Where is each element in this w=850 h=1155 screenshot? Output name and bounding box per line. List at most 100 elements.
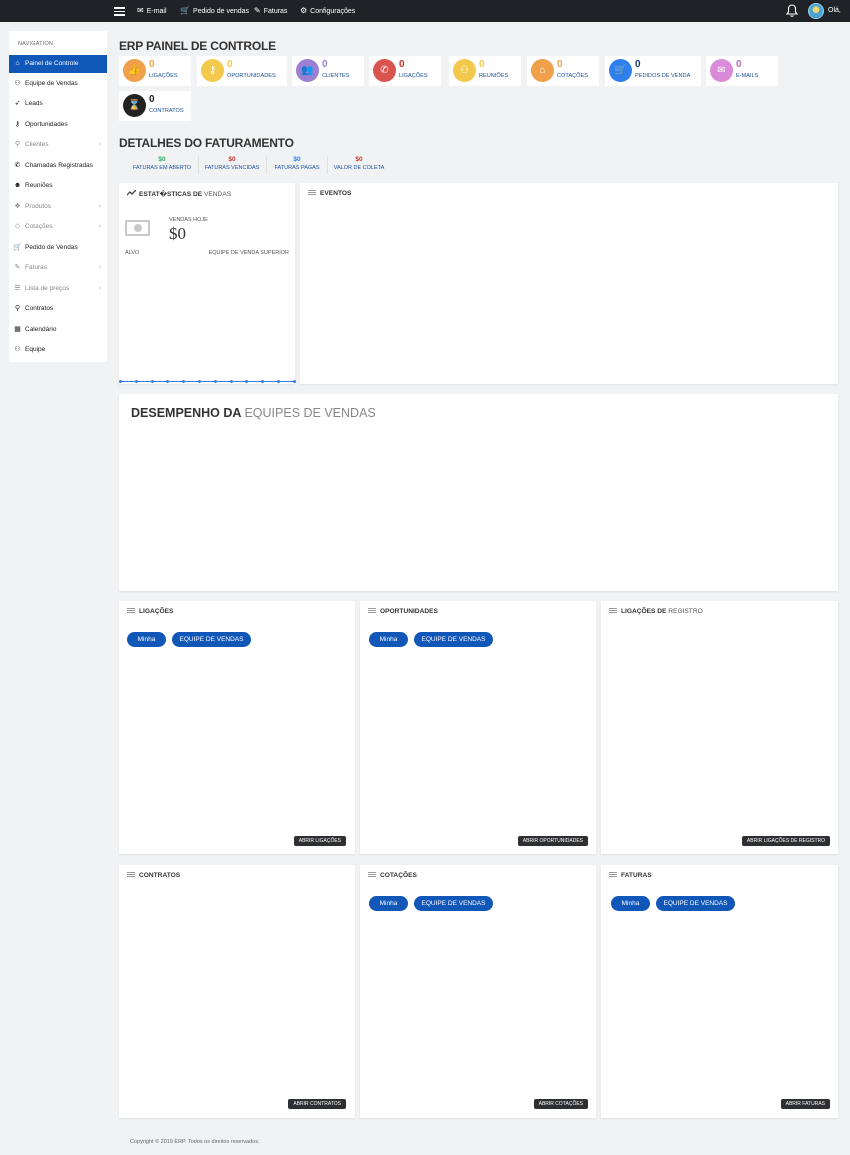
top-navbar: ✉ E-mail 🛒 Pedido de vendas ✎ Faturas ⚙ Conf… xyxy=(0,0,850,22)
topnav-settings-link[interactable]: ⚙ Configurações xyxy=(300,0,355,22)
stat-label: CONTRATOS xyxy=(149,108,184,114)
sidebar-item-dashboard[interactable]: ⌂ Painel de Controle xyxy=(9,55,107,73)
sidebar-item-sales-team[interactable]: ⚇ Equipe de Vendas xyxy=(9,75,107,93)
tag-icon: ◇ xyxy=(14,223,21,230)
divider xyxy=(198,156,199,174)
billing-label: VALOR DE COLETA xyxy=(333,165,385,171)
menu-toggle-icon[interactable] xyxy=(114,5,125,16)
stat-card[interactable]: ⚇ 0 REUNIÕES xyxy=(449,56,521,86)
hourglass-icon: ⌛ xyxy=(123,94,146,117)
sidebar-item-quotes[interactable]: ◇ Cotações › xyxy=(9,218,107,236)
billing-paid-invoices: $0 FATURAS PAGAS xyxy=(268,156,326,171)
tab-sales-team[interactable]: EQUIPE DE VENDAS xyxy=(656,896,735,911)
sidebar-item-price-list[interactable]: ☰ Lista de preços › xyxy=(9,280,107,298)
sidebar-item-meetings[interactable]: ☻ Reuniões xyxy=(9,177,107,195)
sparkline-axis xyxy=(119,381,295,382)
tag-icon: ⌂ xyxy=(531,59,554,82)
topnav-sales-orders-link[interactable]: 🛒 Pedido de vendas xyxy=(180,0,249,22)
stat-value: 0 xyxy=(149,59,155,70)
opportunities-panel: OPORTUNIDADES Minha EQUIPE DE VENDAS ABR… xyxy=(360,601,596,854)
gear-icon: ⚙ xyxy=(300,6,308,15)
tab-sales-team[interactable]: EQUIPE DE VENDAS xyxy=(414,632,493,647)
billing-open-invoices: $0 FATURAS EM ABERTO xyxy=(127,156,197,171)
sparkline-point xyxy=(134,380,138,383)
sidebar-item-products[interactable]: ❖ Produtos › xyxy=(9,198,107,216)
panel-title: COTAÇÕES xyxy=(368,872,417,879)
stat-value: 0 xyxy=(322,59,328,70)
open-quotes-button[interactable]: ABRIR COTAÇÕES xyxy=(533,1099,588,1109)
billing-value: $0 xyxy=(355,156,363,163)
invoices-panel: FATURAS Minha EQUIPE DE VENDAS ABRIR FAT… xyxy=(601,865,838,1118)
cubes-icon: ❖ xyxy=(14,203,21,210)
open-invoices-button[interactable]: ABRIR FATURAS xyxy=(780,1099,830,1109)
user-greeting[interactable]: Olá, xyxy=(828,0,841,22)
stat-card[interactable]: ✉ 0 E-MAILS xyxy=(706,56,778,86)
sidebar-item-team[interactable]: ⚇ Equipe xyxy=(9,341,107,359)
tab-mine[interactable]: Minha xyxy=(611,896,650,911)
sparkline-point xyxy=(277,380,280,383)
open-log-calls-button[interactable]: ABRIR LIGAÇÕES DE REGISTRO xyxy=(741,836,830,846)
avatar[interactable] xyxy=(808,3,824,19)
billing-overdue-invoices: $0 FATURAS VENCIDAS xyxy=(200,156,264,171)
divider xyxy=(266,156,267,174)
sparkline-point xyxy=(198,380,201,383)
bell-icon[interactable] xyxy=(785,4,799,18)
money-icon xyxy=(125,220,150,236)
billing-title: DETALHES DO FATURAMENTO xyxy=(119,136,294,150)
stat-card[interactable]: 🛒 0 PEDIDOS DE VENDA xyxy=(605,56,701,86)
sidebar-item-leads[interactable]: ➶ Leads xyxy=(9,95,107,113)
list-icon xyxy=(609,608,617,613)
stat-value: 0 xyxy=(149,94,155,105)
stat-label: COTAÇÕES xyxy=(557,73,588,79)
sidebar-item-sales-orders[interactable]: 🛒 Pedido de Vendas xyxy=(9,239,107,257)
cart-icon: 🛒 xyxy=(609,59,632,82)
tab-mine[interactable]: Minha xyxy=(369,632,408,647)
sidebar-item-registered-calls[interactable]: ✆ Chamadas Registradas xyxy=(9,157,107,175)
stat-card[interactable]: ⚷ 0 OPORTUNIDADES xyxy=(197,56,287,86)
sidebar-item-invoices[interactable]: ✎ Faturas › xyxy=(9,259,107,277)
sidebar-item-opportunities[interactable]: ⚷ Oportunidades xyxy=(9,116,107,134)
open-calls-button[interactable]: ABRIR LIGAÇÕES xyxy=(293,836,346,846)
topnav-email-link[interactable]: ✉ E-mail xyxy=(137,0,167,22)
calendar-icon: ▦ xyxy=(14,326,21,333)
stat-label: PEDIDOS DE VENDA xyxy=(635,73,691,79)
stat-card[interactable]: 👍 0 LIGAÇÕES xyxy=(119,56,191,86)
sales-today-label: VENDAS HOJE xyxy=(169,217,208,223)
sidebar-item-clients[interactable]: ⚲ Clientes › xyxy=(9,136,107,154)
tab-mine[interactable]: Minha xyxy=(369,896,408,911)
rocket-icon: ➶ xyxy=(14,100,21,107)
key-icon: ⚷ xyxy=(14,121,21,128)
billing-value: $0 xyxy=(158,156,166,163)
tab-mine[interactable]: Minha xyxy=(127,632,166,647)
events-panel: EVENTOS xyxy=(300,183,838,384)
chevron-right-icon: › xyxy=(98,223,101,230)
edit-icon: ✎ xyxy=(14,264,21,271)
trend-icon xyxy=(126,189,137,198)
open-opportunities-button[interactable]: ABRIR OPORTUNIDADES xyxy=(517,836,588,846)
panel-title: LIGAÇÕES DE REGISTRO xyxy=(609,608,703,615)
users-icon: 👥 xyxy=(296,59,319,82)
stat-card[interactable]: ⌛ 0 CONTRATOS xyxy=(119,91,191,121)
chevron-right-icon: › xyxy=(98,203,101,210)
stat-value: 0 xyxy=(227,59,233,70)
sidebar-item-contracts[interactable]: ⚲ Contratos xyxy=(9,300,107,318)
stat-card[interactable]: ⌂ 0 COTAÇÕES xyxy=(527,56,599,86)
topnav-invoices-link[interactable]: ✎ Faturas xyxy=(254,0,287,22)
tab-sales-team[interactable]: EQUIPE DE VENDAS xyxy=(172,632,251,647)
sales-today-value: $0 xyxy=(169,224,186,243)
stat-value: 0 xyxy=(635,59,641,70)
chevron-right-icon: › xyxy=(98,264,101,271)
stat-card[interactable]: ✆ 0 LIGAÇÕES xyxy=(369,56,441,86)
contracts-panel: CONTRATOS ABRIR CONTRATOS xyxy=(119,865,355,1118)
stat-value: 0 xyxy=(736,59,742,70)
sales-statistics-panel: ESTAT�STICAS DE VENDAS VENDAS HOJE $0 AL… xyxy=(119,183,296,384)
open-contracts-button[interactable]: ABRIR CONTRATOS xyxy=(288,1099,346,1109)
sparkline-point xyxy=(213,380,217,383)
billing-value: $0 xyxy=(293,156,301,163)
tab-sales-team[interactable]: EQUIPE DE VENDAS xyxy=(414,896,493,911)
sidebar-item-calendar[interactable]: ▦ Calendário xyxy=(9,321,107,339)
stat-card[interactable]: 👥 0 CLIENTES xyxy=(292,56,364,86)
panel-title: ESTAT�STICAS DE VENDAS xyxy=(126,189,231,198)
stat-label: LIGAÇÕES xyxy=(399,73,428,79)
user-icon: ⚇ xyxy=(453,59,476,82)
